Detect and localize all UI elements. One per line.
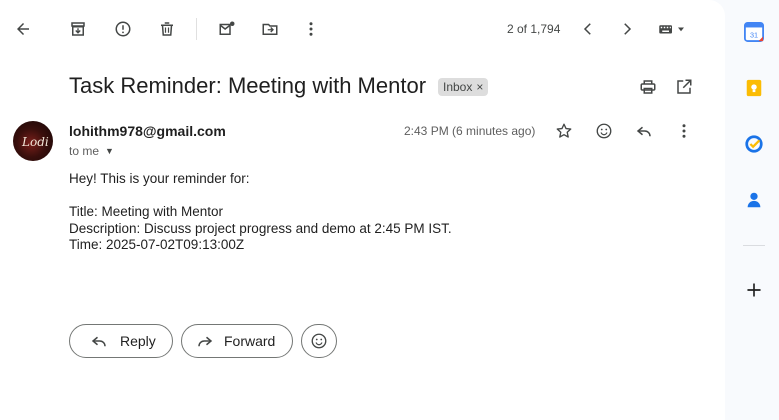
toolbar-divider (196, 18, 197, 40)
avatar-logo-text: Lodi (22, 135, 49, 149)
recipient-line: to me ▼ (69, 144, 114, 158)
calendar-day: 31 (750, 30, 758, 39)
body-line: Hey! This is your reminder for: (69, 171, 250, 186)
tasks-icon[interactable] (743, 133, 765, 155)
sent-time: 2:43 PM (6 minutes ago) (404, 124, 536, 138)
remove-label-icon[interactable]: × (476, 80, 483, 94)
forward-icon (198, 336, 213, 347)
more-vert-icon[interactable] (297, 15, 325, 43)
inbox-label-chip[interactable]: Inbox × (438, 78, 489, 96)
back-arrow-icon[interactable] (9, 15, 37, 43)
more-options-icon[interactable] (670, 117, 698, 145)
email-body: Hey! This is your reminder for: Title: M… (69, 171, 452, 254)
keep-icon[interactable] (743, 77, 765, 99)
delete-icon[interactable] (153, 15, 181, 43)
newer-chevron-icon[interactable] (574, 15, 602, 43)
print-icon[interactable] (634, 73, 662, 101)
sidebar-divider (743, 245, 765, 246)
recipient-text: to me (69, 144, 100, 158)
reply-button[interactable]: Reply (69, 324, 173, 358)
input-tools-keyboard-icon[interactable] (652, 15, 692, 43)
body-line: Description: Discuss project progress an… (69, 220, 452, 236)
email-subject: Task Reminder: Meeting with Mentor (69, 73, 427, 98)
body-line: Time: 2025-07-02T09:13:00Z (69, 237, 245, 252)
reply-icon (91, 336, 106, 347)
emoji-reaction-icon[interactable] (590, 117, 618, 145)
calendar-icon[interactable]: 31 (743, 21, 765, 43)
archive-icon[interactable] (64, 15, 92, 43)
add-icon[interactable] (743, 279, 765, 301)
show-details-caret-icon[interactable]: ▼ (105, 146, 114, 156)
mark-unread-icon[interactable] (213, 15, 241, 43)
message-counter: 2 of 1,794 (507, 22, 561, 36)
older-chevron-icon[interactable] (613, 15, 641, 43)
forward-label: Forward (224, 333, 276, 349)
open-new-window-icon[interactable] (670, 73, 698, 101)
email-view: 2 of 1,794 Task Reminder: Meeting with M… (0, 0, 725, 420)
sender-avatar[interactable]: Lodi (13, 121, 53, 161)
body-line (69, 188, 452, 205)
emoji-icon (311, 333, 327, 349)
body-line: Title: Meeting with Mentor (69, 204, 224, 219)
sender-email[interactable]: lohithm978@gmail.com (69, 123, 226, 139)
reply-label: Reply (120, 333, 156, 349)
emoji-button[interactable] (301, 324, 337, 358)
forward-button[interactable]: Forward (181, 324, 293, 358)
move-to-icon[interactable] (256, 15, 284, 43)
report-spam-icon[interactable] (109, 15, 137, 43)
contacts-icon[interactable] (743, 189, 765, 211)
reply-icon[interactable] (630, 117, 658, 145)
star-icon[interactable] (550, 117, 578, 145)
label-text: Inbox (443, 80, 473, 94)
